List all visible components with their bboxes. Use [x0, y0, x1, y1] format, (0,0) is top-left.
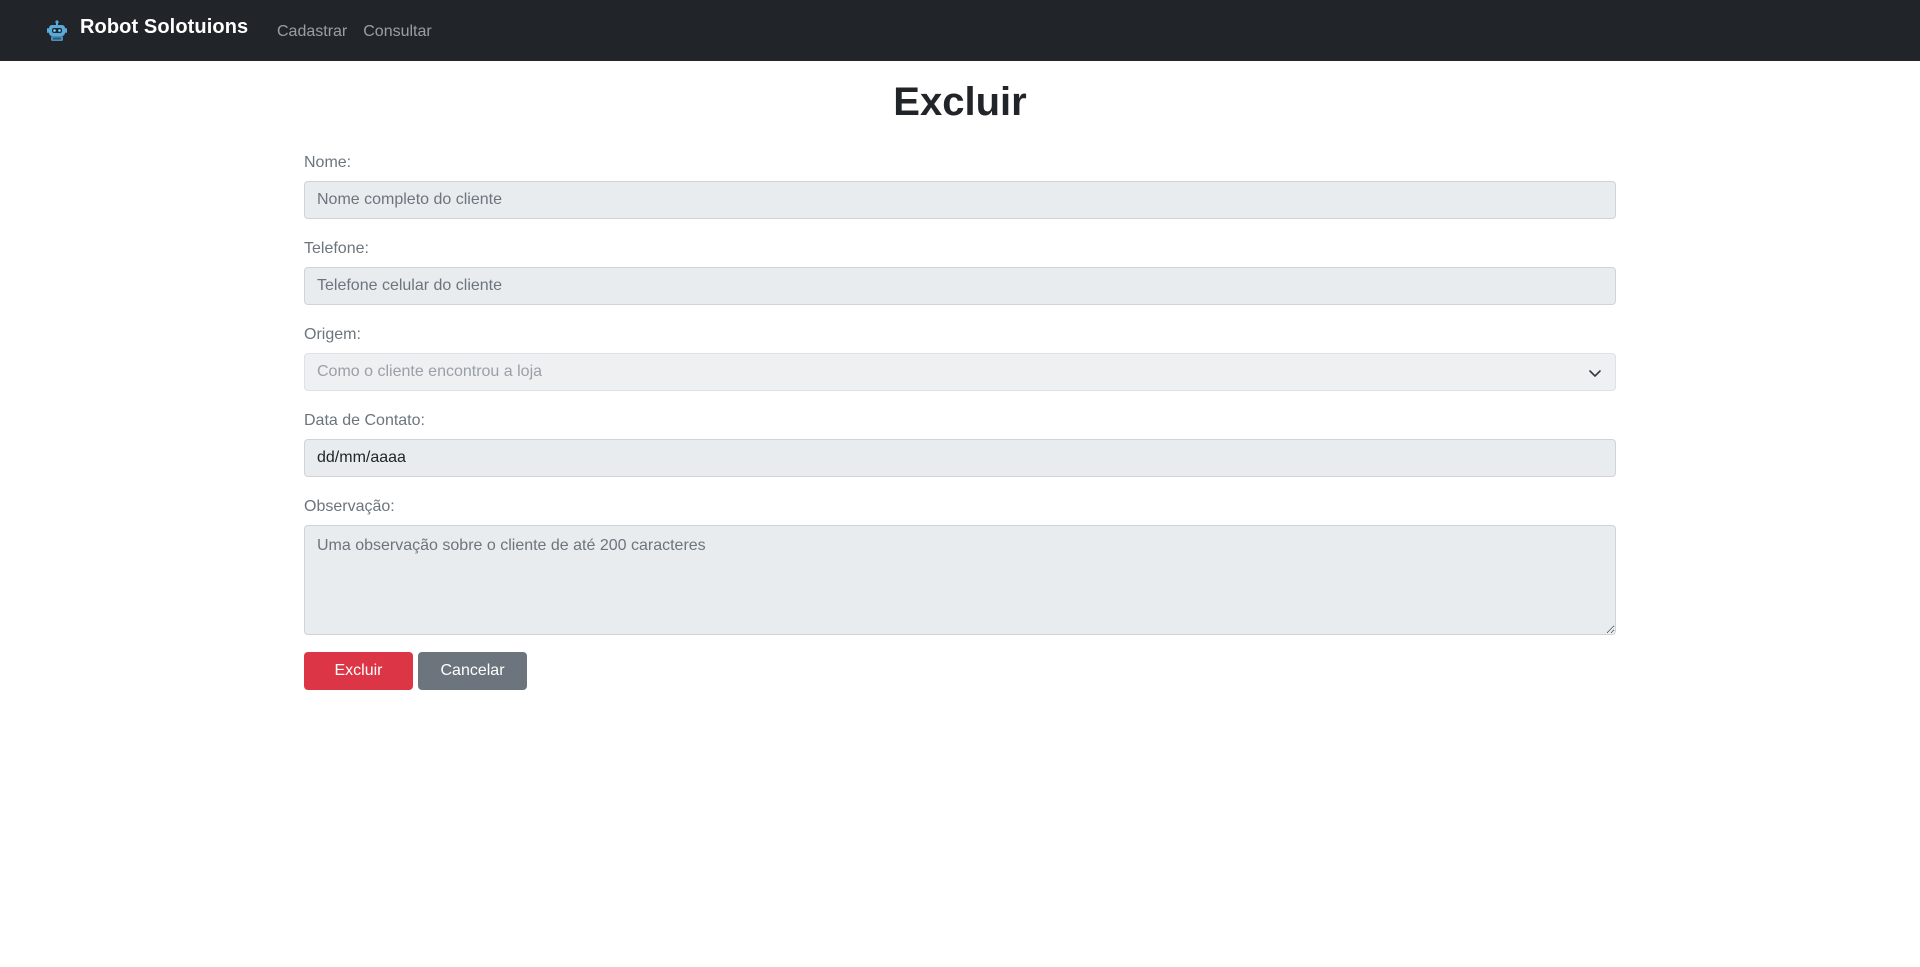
data-contato-label: Data de Contato: — [304, 412, 425, 429]
cancelar-button[interactable]: Cancelar — [418, 652, 527, 690]
page-title: Excluir — [893, 80, 1027, 124]
navbar: Robot Solotuions Cadastrar Consultar — [0, 0, 1920, 61]
origem-selected-value: Como o cliente encontrou a loja — [317, 363, 543, 380]
telefone-label: Telefone: — [304, 240, 369, 257]
brand-link[interactable]: Robot Solotuions — [46, 0, 248, 61]
nome-label: Nome: — [304, 154, 352, 171]
nav-link-consultar[interactable]: Consultar — [363, 23, 431, 41]
date-format-text: dd/mm/aaaa — [317, 449, 406, 466]
origem-label: Origem: — [304, 326, 361, 343]
nome-input[interactable] — [304, 181, 1616, 219]
origem-select[interactable]: Como o cliente encontrou a loja — [304, 353, 1616, 391]
nav-link-cadastrar[interactable]: Cadastrar — [277, 23, 347, 41]
excluir-button[interactable]: Excluir — [304, 652, 413, 690]
robot-icon — [46, 19, 68, 42]
chevron-down-icon — [1587, 365, 1603, 381]
telefone-input[interactable] — [304, 267, 1616, 305]
observacao-label: Observação: — [304, 498, 395, 515]
observacao-textarea[interactable] — [304, 525, 1616, 635]
data-contato-input[interactable]: dd/mm/aaaa — [304, 439, 1616, 477]
brand-name: Robot Solotuions — [80, 16, 249, 38]
nav-links: Cadastrar Consultar — [277, 0, 448, 61]
